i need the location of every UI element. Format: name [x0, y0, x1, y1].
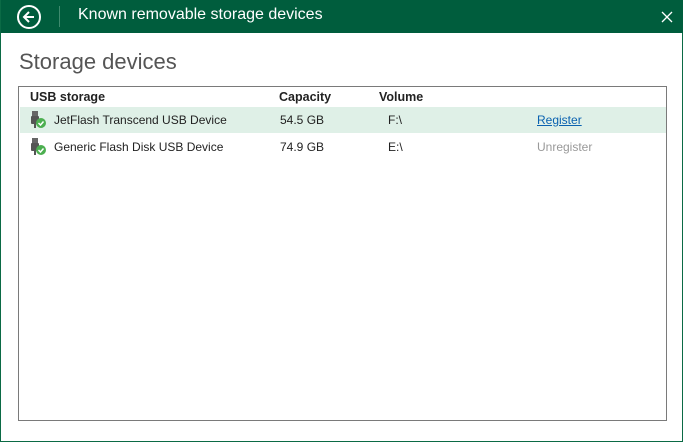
arrow-left-icon — [22, 11, 34, 23]
table-row[interactable]: JetFlash Transcend USB Device 54.5 GB F:… — [20, 107, 666, 133]
device-capacity: 54.5 GB — [280, 113, 325, 127]
title-bar: Known removable storage devices — [1, 0, 683, 33]
unregister-link[interactable]: Unregister — [537, 140, 592, 154]
divider — [59, 6, 60, 27]
window-title: Known removable storage devices — [78, 6, 323, 23]
section-title: Storage devices — [19, 49, 177, 74]
device-name: Generic Flash Disk USB Device — [54, 140, 224, 154]
header-usb-storage[interactable]: USB storage — [30, 90, 105, 104]
storage-devices-table: USB storage Capacity Volume JetFlash Tra… — [18, 86, 667, 421]
close-button[interactable] — [658, 8, 676, 26]
device-capacity: 74.9 GB — [280, 140, 325, 154]
table-row[interactable]: Generic Flash Disk USB Device 74.9 GB E:… — [20, 134, 666, 160]
device-volume: F:\ — [388, 113, 402, 127]
close-icon — [661, 11, 673, 23]
window: Known removable storage devices Storage … — [0, 0, 683, 442]
usb-drive-check-icon — [31, 111, 46, 128]
device-volume: E:\ — [388, 140, 403, 154]
header-volume[interactable]: Volume — [379, 90, 423, 104]
device-name: JetFlash Transcend USB Device — [54, 113, 227, 127]
usb-drive-check-icon — [31, 138, 46, 155]
header-capacity[interactable]: Capacity — [279, 90, 331, 104]
back-button[interactable] — [17, 5, 41, 29]
register-link[interactable]: Register — [537, 113, 582, 127]
